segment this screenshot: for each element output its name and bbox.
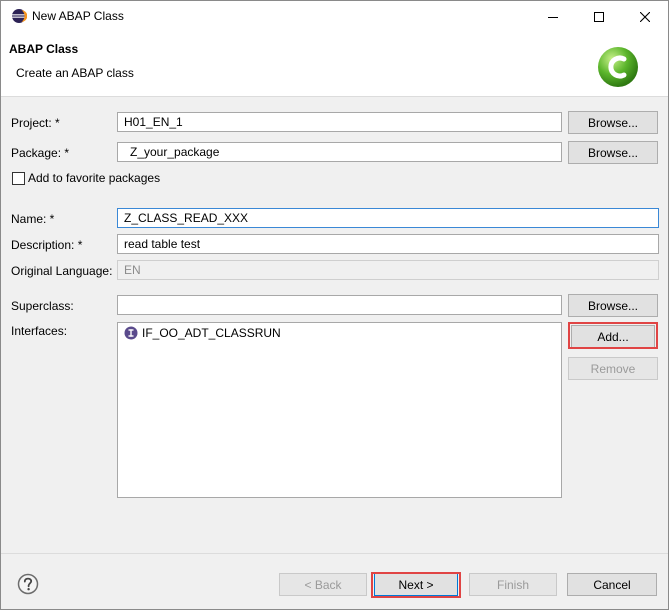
cancel-button[interactable]: Cancel (567, 573, 657, 596)
maximize-button[interactable] (576, 1, 622, 32)
finish-button: Finish (469, 573, 557, 596)
back-button: < Back (279, 573, 367, 596)
maximize-icon (594, 11, 604, 22)
eclipse-icon (12, 9, 27, 23)
footer-divider (1, 553, 668, 554)
interfaces-label: Interfaces: (11, 324, 68, 338)
superclass-field[interactable] (117, 295, 562, 315)
help-icon[interactable] (17, 573, 39, 595)
add-interface-button[interactable]: Add... (571, 325, 655, 348)
original-language-field: EN (117, 260, 659, 280)
next-button[interactable]: Next > (374, 573, 458, 596)
abap-class-logo (598, 47, 638, 87)
description-field[interactable]: read table test (117, 234, 659, 254)
package-field[interactable]: Z_your_package (117, 142, 562, 162)
window-title: New ABAP Class (32, 9, 124, 23)
favorite-checkbox[interactable] (12, 172, 25, 185)
close-button[interactable] (622, 1, 668, 32)
package-label: Package: * (11, 146, 70, 160)
page-title: ABAP Class (9, 42, 79, 56)
superclass-browse-button[interactable]: Browse... (568, 294, 658, 317)
description-label: Description: * (11, 238, 83, 252)
title-bar: New ABAP Class (1, 1, 668, 32)
project-field[interactable]: H01_EN_1 (117, 112, 562, 132)
list-item[interactable]: IF_OO_ADT_CLASSRUN (124, 326, 281, 340)
minimize-icon (548, 16, 558, 18)
page-subtitle: Create an ABAP class (16, 66, 134, 80)
package-browse-button[interactable]: Browse... (568, 141, 658, 164)
interface-icon (124, 326, 138, 340)
interfaces-list[interactable]: IF_OO_ADT_CLASSRUN (117, 322, 562, 498)
superclass-label: Superclass: (11, 299, 74, 313)
interface-name: IF_OO_ADT_CLASSRUN (142, 326, 281, 340)
favorite-label: Add to favorite packages (28, 171, 161, 185)
name-field[interactable]: Z_CLASS_READ_XXX (117, 208, 659, 228)
original-language-label: Original Language: (11, 264, 113, 278)
new-abap-class-dialog: New ABAP Class ABAP Class Create an ABAP… (0, 0, 669, 610)
remove-interface-button: Remove (568, 357, 658, 380)
close-icon (640, 11, 650, 22)
project-label: Project: * (11, 116, 60, 130)
project-browse-button[interactable]: Browse... (568, 111, 658, 134)
header-banner: ABAP Class Create an ABAP class (1, 32, 668, 97)
minimize-button[interactable] (530, 1, 576, 32)
name-label: Name: * (11, 212, 55, 226)
